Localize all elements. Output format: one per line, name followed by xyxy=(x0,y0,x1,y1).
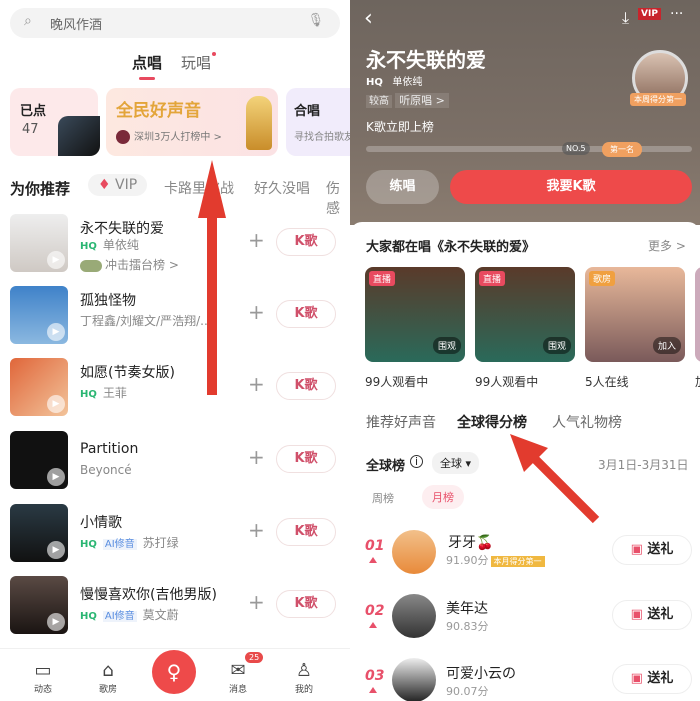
chorus-title: 合唱 xyxy=(294,104,321,119)
song-title: 慢慢喜欢你(吉他男版) xyxy=(80,587,217,603)
song-title: 孤独怪物 xyxy=(80,293,136,309)
microphone-icon[interactable]: 🎙 xyxy=(307,13,324,28)
song-cover: ▶ xyxy=(10,504,68,562)
song-artist: 苏打绿 xyxy=(142,536,179,550)
song-title: 如愿(节奏女版) xyxy=(80,365,175,381)
search-placeholder: 晚风作酒 xyxy=(50,18,103,33)
mail-icon: ✉ xyxy=(230,660,246,681)
sung-card[interactable]: 已点 47 xyxy=(10,88,100,156)
song-cover: ▶ xyxy=(10,576,68,634)
song-row[interactable]: ▶ Partition Beyoncé + K歌 xyxy=(0,431,350,491)
cover-image xyxy=(58,116,100,156)
annotation-arrow-head xyxy=(198,160,226,218)
search-input[interactable]: ⌕ 晚风作酒 🎙 xyxy=(10,8,340,38)
sung-count: 47 xyxy=(22,122,39,137)
song-cover: ▶ xyxy=(10,358,68,416)
k-song-button[interactable]: K歌 xyxy=(276,445,336,473)
song-row[interactable]: ▶ 小情歌 HQ AI修音 苏打绿 + K歌 xyxy=(0,504,350,564)
song-row[interactable]: ▶ 如愿(节奏女版) HQ 王菲 + K歌 xyxy=(0,358,350,418)
chorus-card[interactable]: 合唱 寻找合拍歌友 xyxy=(286,88,350,156)
nav-feed[interactable]: ▭ 动态 xyxy=(18,660,68,695)
add-icon[interactable]: + xyxy=(248,590,265,614)
chorus-sub: 寻找合拍歌友 xyxy=(294,132,350,143)
song-row[interactable]: ▶ 永不失联的爱 HQ 单依纯 冲击擂台榜 > + K歌 xyxy=(0,214,350,274)
k-song-button[interactable]: K歌 xyxy=(276,228,336,256)
song-artist: 王菲 xyxy=(102,386,127,400)
promo-title: 全民好声音 xyxy=(116,101,201,121)
category-recommend[interactable]: 为你推荐 xyxy=(10,178,70,199)
promo-card[interactable]: 全民好声音 深圳3万人打榜中 > xyxy=(106,88,278,156)
annotation-arrow xyxy=(207,215,217,395)
promo-sub: 深圳3万人打榜中 > xyxy=(134,132,222,143)
play-icon[interactable]: ▶ xyxy=(47,613,65,631)
song-artist: 丁程鑫/刘耀文/严浩翔/... xyxy=(80,314,212,328)
nav-room[interactable]: ⌂ 歌房 xyxy=(83,660,133,695)
add-icon[interactable]: + xyxy=(248,300,265,324)
song-row[interactable]: ▶ 慢慢喜欢你(吉他男版) HQ AI修音 莫文蔚 + K歌 xyxy=(0,576,350,636)
song-detail-screen: ‹ ⤓ VIP ··· 永不失联的爱 HQ 单依纯 较高 听原唱 > K歌立即上… xyxy=(350,0,700,701)
song-cover: ▶ xyxy=(10,286,68,344)
play-icon[interactable]: ▶ xyxy=(47,541,65,559)
play-icon[interactable]: ▶ xyxy=(47,395,65,413)
k-song-button[interactable]: K歌 xyxy=(276,372,336,400)
trophy-icon xyxy=(246,96,272,150)
song-artist: 莫文蔚 xyxy=(142,608,179,622)
song-title: Partition xyxy=(80,441,139,457)
song-artist: 单依纯 xyxy=(102,238,139,252)
song-cover: ▶ xyxy=(10,431,68,489)
nav-me[interactable]: ♙ 我的 xyxy=(279,660,329,695)
category-sad[interactable]: 伤感 xyxy=(326,178,350,218)
song-title: 永不失联的爱 xyxy=(80,221,164,237)
add-icon[interactable]: + xyxy=(248,518,265,542)
play-icon[interactable]: ▶ xyxy=(47,468,65,486)
chat-icon: ▭ xyxy=(34,660,52,681)
k-song-button[interactable]: K歌 xyxy=(276,590,336,618)
add-icon[interactable]: + xyxy=(248,372,265,396)
k-song-button[interactable]: K歌 xyxy=(276,518,336,546)
play-icon[interactable]: ▶ xyxy=(47,323,65,341)
user-icon: ♙ xyxy=(295,660,313,681)
sung-label: 已点 xyxy=(20,104,47,119)
song-title: 小情歌 xyxy=(80,515,122,531)
add-icon[interactable]: + xyxy=(248,445,265,469)
song-artist: Beyoncé xyxy=(80,463,132,477)
tab-wanchang[interactable]: 玩唱 xyxy=(181,52,217,73)
annotation-arrow xyxy=(510,434,600,524)
song-cover: ▶ xyxy=(10,214,68,272)
challenge-link[interactable]: 冲击擂台榜 > xyxy=(105,258,179,272)
sing-microphone-button[interactable]: ♀ xyxy=(152,650,196,694)
k-song-button[interactable]: K歌 xyxy=(276,300,336,328)
search-icon: ⌕ xyxy=(24,13,32,29)
category-vip[interactable]: ♦ VIP xyxy=(88,174,148,196)
song-request-screen: ⌕ 晚风作酒 🎙 点唱 玩唱 已点 47 全民好声音 深圳3万人打榜中 > 合唱 寻… xyxy=(0,0,350,701)
message-badge: 25 xyxy=(245,652,264,663)
house-icon: ⌂ xyxy=(102,660,114,681)
song-row[interactable]: ▶ 孤独怪物 丁程鑫/刘耀文/严浩翔/... + K歌 xyxy=(0,286,350,346)
category-long-time[interactable]: 好久没唱 xyxy=(254,178,310,198)
nav-messages[interactable]: ✉ 消息 25 xyxy=(213,652,264,695)
add-icon[interactable]: + xyxy=(248,228,265,252)
play-icon[interactable]: ▶ xyxy=(47,251,65,269)
tab-dianchang[interactable]: 点唱 xyxy=(132,52,162,80)
